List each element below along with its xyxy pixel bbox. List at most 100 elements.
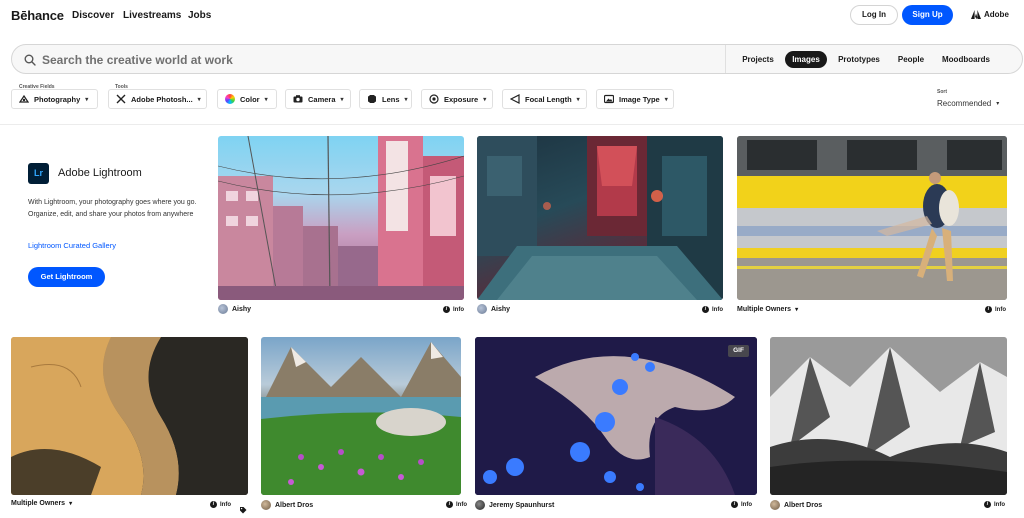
info-icon: i — [984, 501, 991, 508]
info-icon: i — [985, 306, 992, 313]
filter-image-type-label: Image Type — [619, 94, 660, 104]
filter-exposure[interactable]: Exposure ▾ — [421, 89, 493, 109]
chevron-down-icon: ▾ — [197, 96, 201, 103]
card-image[interactable] — [218, 136, 464, 300]
behance-logo[interactable]: Bēhance — [11, 8, 64, 23]
adobe-logo-icon — [971, 10, 981, 19]
get-lightroom-button[interactable]: Get Lightroom — [28, 267, 105, 287]
filter-camera-label: Camera — [308, 94, 336, 104]
nav-link-jobs[interactable]: Jobs — [188, 10, 211, 21]
focal-length-icon — [509, 94, 520, 104]
card-owner[interactable]: Multiple Owners ▾ — [737, 306, 798, 313]
card-image[interactable] — [477, 136, 723, 300]
info-button[interactable]: i Info — [985, 306, 1006, 313]
chevron-down-icon: ▾ — [264, 96, 268, 103]
info-label: Info — [456, 501, 467, 508]
info-label: Info — [453, 306, 464, 313]
gif-badge: GIF — [728, 345, 749, 357]
camera-icon — [293, 94, 303, 104]
info-label: Info — [712, 306, 723, 313]
login-button[interactable]: Log In — [850, 5, 898, 25]
filter-lens[interactable]: Lens ▾ — [359, 89, 412, 109]
sort-dropdown[interactable]: Recommended ▾ — [937, 99, 999, 108]
promo-title: Adobe Lightroom — [58, 167, 142, 179]
chevron-down-icon: ▾ — [664, 96, 668, 103]
filter-camera[interactable]: Camera ▾ — [285, 89, 351, 109]
info-icon: i — [446, 501, 453, 508]
tools-icon — [116, 94, 126, 104]
card-owner[interactable]: Aishy — [477, 304, 510, 314]
search-divider — [725, 45, 726, 73]
info-label: Info — [995, 306, 1006, 313]
info-label: Info — [994, 501, 1005, 508]
card-owner[interactable]: Jeremy Spaunhurst — [475, 500, 554, 510]
avatar — [477, 304, 487, 314]
exposure-icon — [429, 94, 439, 104]
chevron-down-icon: ▾ — [69, 501, 73, 507]
card-image[interactable] — [737, 136, 1007, 300]
card-owner[interactable]: Albert Dros — [770, 500, 822, 510]
nav-link-discover[interactable]: Discover — [72, 10, 114, 21]
avatar — [261, 500, 271, 510]
lens-icon — [367, 94, 377, 104]
camera-field-icon — [18, 94, 30, 104]
owner-name: Multiple Owners — [11, 500, 66, 507]
card-owner[interactable]: Albert Dros — [261, 500, 313, 510]
adobe-link[interactable]: Adobe — [971, 10, 1009, 19]
filter-photography-label: Photography — [34, 94, 81, 104]
lightroom-gallery-link[interactable]: Lightroom Curated Gallery — [28, 241, 116, 250]
filter-tools[interactable]: Adobe Photosh... ▾ — [108, 89, 207, 109]
info-icon: i — [702, 306, 709, 313]
tab-prototypes[interactable]: Prototypes — [831, 51, 887, 68]
tab-images[interactable]: Images — [785, 51, 827, 68]
card-image[interactable] — [770, 337, 1007, 495]
image-type-icon — [603, 94, 615, 104]
search-icon — [24, 53, 36, 71]
avatar — [770, 500, 780, 510]
info-icon: i — [210, 501, 217, 508]
tab-moodboards[interactable]: Moodboards — [937, 51, 995, 68]
owner-name: Multiple Owners — [737, 306, 792, 313]
card-owner[interactable]: Aishy — [218, 304, 251, 314]
chevron-down-icon: ▾ — [483, 96, 487, 103]
owner-name: Aishy — [232, 305, 252, 313]
filter-image-type[interactable]: Image Type ▾ — [596, 89, 674, 109]
chevron-down-icon: ▾ — [795, 307, 799, 313]
filter-focal-length-label: Focal Length — [525, 94, 572, 104]
owner-name: Albert Dros — [275, 501, 314, 509]
chevron-down-icon: ▾ — [996, 101, 1000, 107]
card-image[interactable] — [261, 337, 461, 495]
tag-icon[interactable] — [239, 501, 247, 518]
color-wheel-icon — [225, 94, 235, 104]
tab-people[interactable]: People — [892, 51, 930, 68]
chevron-down-icon: ▾ — [404, 96, 408, 103]
avatar — [218, 304, 228, 314]
info-button[interactable]: i Info — [731, 501, 752, 508]
filter-photography[interactable]: Photography ▾ — [11, 89, 98, 109]
top-navigation: Bēhance Discover Livestreams Jobs Log In… — [0, 0, 1024, 30]
card-owner[interactable]: Multiple Owners ▾ — [11, 500, 72, 507]
lightroom-logo-icon: Lr — [28, 163, 49, 184]
signup-button[interactable]: Sign Up — [902, 5, 953, 25]
tab-projects[interactable]: Projects — [734, 51, 782, 68]
search-bar[interactable]: Search the creative world at work Projec… — [11, 44, 1023, 74]
chevron-down-icon: ▾ — [340, 96, 344, 103]
chevron-down-icon: ▾ — [85, 96, 89, 103]
info-button[interactable]: i Info — [446, 501, 467, 508]
filter-bar: Creative Fields Tools Photography ▾ Adobe… — [0, 84, 1024, 114]
search-input[interactable]: Search the creative world at work — [42, 53, 233, 67]
nav-link-livestreams[interactable]: Livestreams — [123, 10, 181, 21]
filter-tools-label: Adobe Photosh... — [131, 94, 193, 104]
filter-color-label: Color — [240, 94, 260, 104]
avatar — [475, 500, 485, 510]
info-button[interactable]: i Info — [702, 306, 723, 313]
card-image[interactable] — [475, 337, 757, 495]
card-image[interactable] — [11, 337, 248, 495]
info-button[interactable]: i Info — [984, 501, 1005, 508]
info-button[interactable]: i Info — [443, 306, 464, 313]
filter-exposure-label: Exposure — [444, 94, 479, 104]
info-button[interactable]: i Info — [210, 501, 231, 508]
filter-focal-length[interactable]: Focal Length ▾ — [502, 89, 587, 109]
filter-color[interactable]: Color ▾ — [217, 89, 277, 109]
chevron-down-icon: ▾ — [576, 96, 580, 103]
